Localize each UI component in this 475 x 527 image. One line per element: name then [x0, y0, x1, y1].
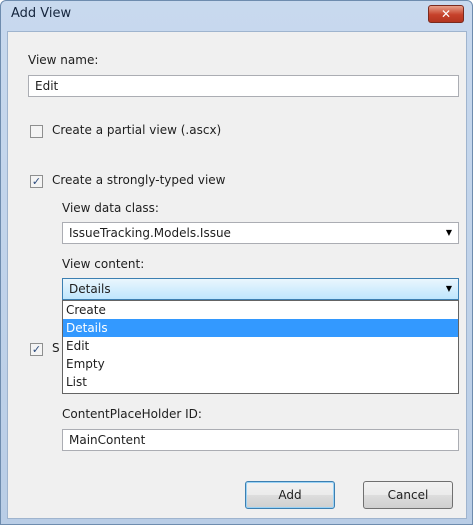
- checkmark-icon: ✓: [31, 343, 42, 356]
- option-empty[interactable]: Empty: [63, 355, 458, 373]
- master-page-label[interactable]: S: [52, 341, 60, 355]
- view-data-class-value: IssueTracking.Models.Issue: [69, 226, 231, 240]
- strongly-typed-checkbox[interactable]: ✓: [30, 175, 43, 188]
- partial-view-label[interactable]: Create a partial view (.ascx): [52, 123, 221, 137]
- strongly-typed-label[interactable]: Create a strongly-typed view: [52, 173, 225, 187]
- content-placeholder-label: ContentPlaceHolder ID:: [62, 407, 202, 421]
- view-content-selected: Details: [69, 282, 111, 296]
- option-edit[interactable]: Edit: [63, 337, 458, 355]
- partial-view-checkbox[interactable]: [30, 125, 43, 138]
- option-details[interactable]: Details: [63, 319, 458, 337]
- close-icon: ✕: [440, 7, 452, 21]
- add-button[interactable]: Add: [245, 481, 335, 509]
- dialog-body: View name: Edit Create a partial view (.…: [7, 31, 467, 519]
- option-list[interactable]: List: [63, 373, 458, 391]
- content-placeholder-input[interactable]: MainContent: [62, 429, 459, 451]
- view-content-dropdown[interactable]: Details ▼: [62, 278, 459, 300]
- title-bar[interactable]: Add View ✕: [1, 1, 472, 29]
- dialog-title: Add View: [11, 6, 72, 21]
- view-name-input[interactable]: Edit: [28, 75, 459, 97]
- option-create[interactable]: Create: [63, 301, 458, 319]
- chevron-down-icon[interactable]: ▼: [446, 279, 452, 299]
- view-name-label: View name:: [28, 53, 99, 67]
- cancel-button[interactable]: Cancel: [363, 481, 453, 509]
- checkmark-icon: ✓: [31, 175, 42, 188]
- add-view-dialog: Add View ✕ View name: Edit Create a part…: [0, 0, 473, 525]
- chevron-down-icon[interactable]: ▼: [446, 223, 452, 243]
- close-button[interactable]: ✕: [428, 5, 464, 23]
- view-data-class-dropdown[interactable]: IssueTracking.Models.Issue ▼: [62, 222, 459, 244]
- view-content-options-list[interactable]: Create Details Edit Empty List: [62, 300, 459, 394]
- master-page-checkbox[interactable]: ✓: [30, 343, 43, 356]
- view-content-label: View content:: [62, 257, 145, 271]
- view-data-class-label: View data class:: [62, 201, 159, 215]
